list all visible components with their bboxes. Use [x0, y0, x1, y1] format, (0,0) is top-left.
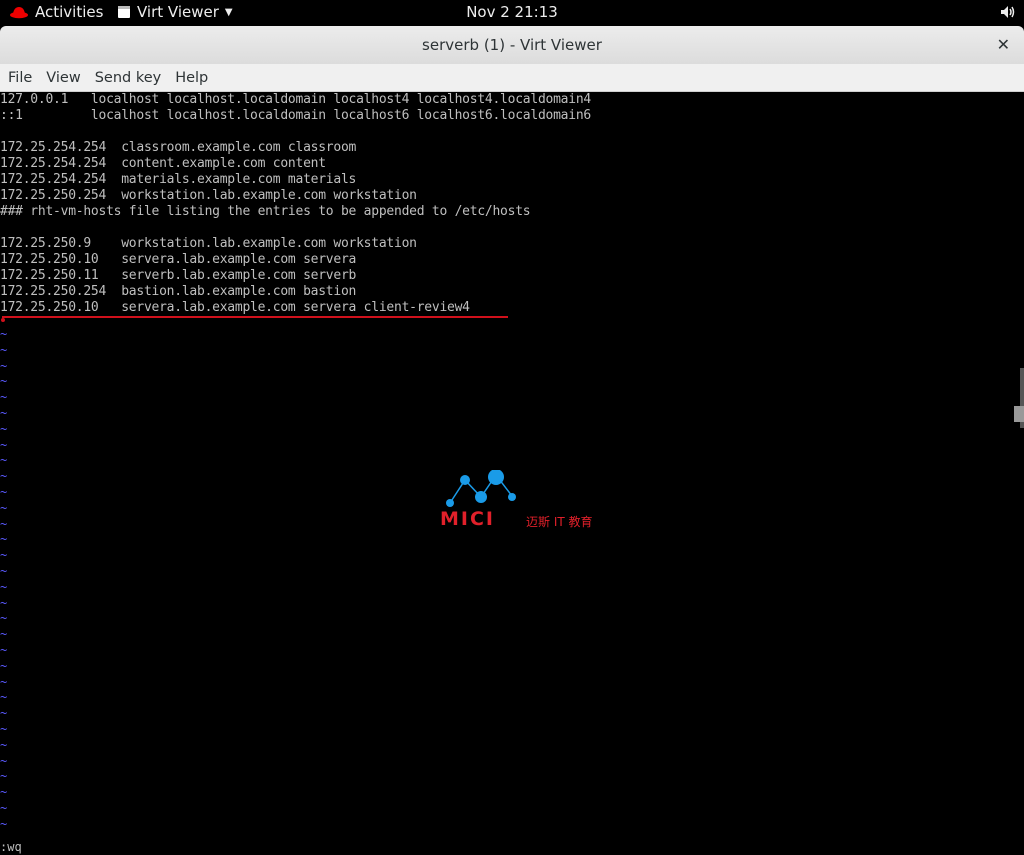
vim-empty-line-tilde: ~ [0, 485, 8, 499]
vim-empty-line-tilde: ~ [0, 706, 8, 721]
app-menu[interactable]: Virt Viewer ▼ [117, 3, 233, 21]
vim-empty-line-tilde: ~ [0, 579, 8, 594]
vim-empty-line-tilde: ~ [0, 674, 8, 689]
volume-icon [1001, 6, 1015, 18]
menu-help[interactable]: Help [168, 70, 215, 86]
terminal-line: 172.25.250.9 workstation.lab.example.com… [0, 236, 417, 251]
system-menu[interactable] [1000, 4, 1016, 24]
vim-empty-line-tilde: ~ [0, 327, 8, 341]
scrollbar-thumb[interactable] [1014, 406, 1024, 422]
vim-empty-line-tilde: ~ [0, 390, 8, 405]
terminal-line: 172.25.254.254 materials.example.com mat… [0, 172, 357, 187]
menu-send-key[interactable]: Send key [88, 70, 169, 86]
vim-empty-line-tilde: ~ [0, 722, 8, 736]
vim-empty-line-tilde: ~ [0, 358, 8, 373]
gnome-top-bar: Activities Virt Viewer ▼ Nov 2 21:13 [0, 0, 1024, 26]
logo-subtitle: 迈斯 IT 教育 [526, 515, 593, 529]
vim-empty-line-tilde: ~ [0, 469, 8, 484]
vim-empty-line-tilde: ~ [0, 753, 8, 768]
vim-empty-line-tilde: ~ [0, 342, 8, 357]
window-title: serverb (1) - Virt Viewer [422, 36, 602, 54]
activities-label: Activities [35, 3, 104, 21]
vim-empty-line-tilde: ~ [0, 564, 8, 578]
vim-empty-line-tilde: ~ [0, 437, 8, 452]
vim-empty-line-tilde: ~ [0, 611, 8, 626]
vim-empty-line-tilde: ~ [0, 785, 8, 800]
text-cursor [1, 318, 5, 322]
vim-empty-line-tilde: ~ [0, 532, 8, 547]
terminal-line: 172.25.250.11 serverb.lab.example.com se… [0, 268, 357, 283]
vim-empty-line-tilde: ~ [0, 643, 8, 657]
vim-empty-line-tilde: ~ [0, 658, 8, 673]
redhat-icon [10, 7, 28, 19]
network-nodes-icon [446, 470, 516, 507]
terminal-line: 172.25.250.10 servera.lab.example.com se… [0, 252, 357, 267]
close-button[interactable]: ✕ [997, 35, 1010, 54]
clock[interactable]: Nov 2 21:13 [466, 3, 558, 21]
terminal-line: 172.25.250.254 workstation.lab.example.c… [0, 188, 417, 203]
virt-viewer-window: serverb (1) - Virt Viewer ✕ File View Se… [0, 26, 1024, 855]
menu-view[interactable]: View [39, 70, 87, 86]
vim-empty-line-tilde: ~ [0, 500, 8, 515]
menu-bar: File View Send key Help [0, 64, 1024, 92]
activities-button[interactable]: Activities [9, 3, 103, 21]
terminal-line: 172.25.254.254 content.example.com conte… [0, 156, 326, 171]
vim-empty-line-tilde: ~ [0, 548, 8, 563]
mici-watermark-logo: MICI 迈斯 IT 教育 [438, 470, 613, 532]
vim-empty-line-tilde: ~ [0, 516, 8, 531]
terminal-line: 172.25.254.254 classroom.example.com cla… [0, 140, 357, 155]
vim-empty-line-tilde: ~ [0, 690, 8, 705]
vim-empty-line-tilde: ~ [0, 816, 8, 831]
vim-empty-line-tilde: ~ [0, 737, 8, 752]
annotation-underline [2, 316, 508, 318]
terminal-line: ::1 localhost localhost.localdomain loca… [0, 108, 591, 123]
vim-empty-line-tilde: ~ [0, 595, 8, 610]
terminal-line: ### rht-vm-hosts file listing the entrie… [0, 204, 531, 219]
vim-empty-line-tilde: ~ [0, 769, 8, 784]
terminal-line: 172.25.250.10 servera.lab.example.com se… [0, 300, 470, 315]
menu-file[interactable]: File [0, 70, 39, 86]
terminal-line: 172.25.250.254 bastion.lab.example.com b… [0, 284, 357, 299]
logo-brand: MICI [440, 508, 495, 530]
vim-empty-line-tilde: ~ [0, 801, 8, 815]
window-titlebar[interactable]: serverb (1) - Virt Viewer ✕ [0, 26, 1024, 64]
window-title-area: serverb (1) - Virt Viewer [0, 36, 1024, 54]
vim-empty-line-tilde: ~ [0, 421, 8, 436]
vim-empty-line-tilde: ~ [0, 627, 8, 642]
terminal-line: 127.0.0.1 localhost localhost.localdomai… [0, 92, 591, 107]
chevron-down-icon: ▼ [224, 6, 233, 18]
vim-empty-line-tilde: ~ [0, 406, 8, 420]
app-menu-label: Virt Viewer [137, 3, 219, 21]
window-icon [118, 6, 130, 18]
vim-command-line: :wq [0, 840, 22, 854]
vim-empty-line-tilde: ~ [0, 374, 8, 389]
vim-empty-line-tilde: ~ [0, 453, 8, 468]
